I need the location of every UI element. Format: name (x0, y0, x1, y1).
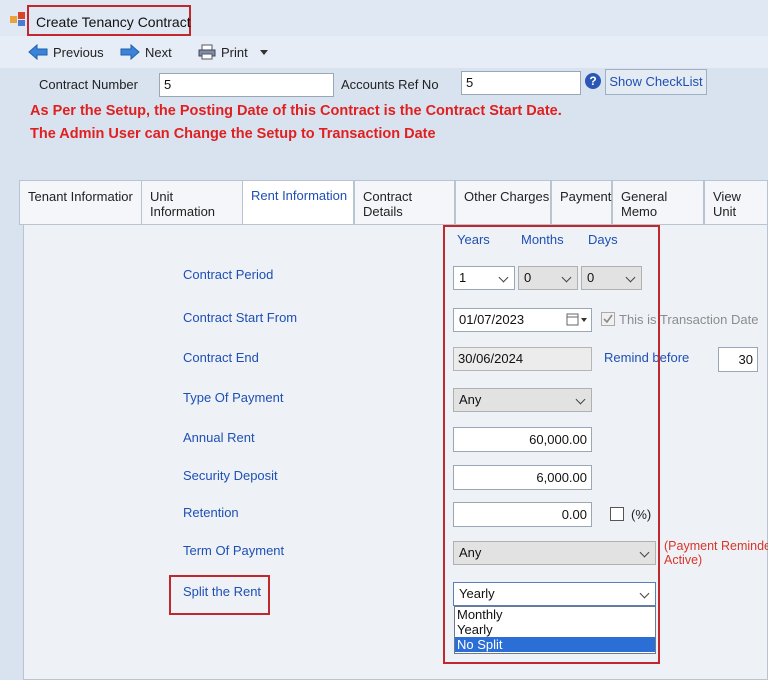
contract-number-label: Contract Number (39, 77, 138, 92)
print-button[interactable]: Print (198, 44, 269, 60)
app-icon (10, 12, 25, 26)
next-label: Next (145, 44, 172, 60)
print-label: Print (221, 44, 248, 60)
annual-rent-label: Annual Rent (183, 430, 255, 445)
contract-start-label: Contract Start From (183, 310, 298, 325)
payment-reminder-note-2: Active) (664, 553, 703, 567)
show-checklist-button[interactable]: Show CheckList (605, 69, 707, 95)
next-button[interactable]: Next (120, 44, 172, 60)
type-of-payment-label: Type Of Payment (183, 390, 284, 405)
tab-tenant-information[interactable]: Tenant Informatior (19, 180, 142, 225)
security-deposit-label: Security Deposit (183, 468, 278, 483)
accounts-ref-field[interactable]: 5 (461, 71, 581, 95)
window-title: Create Tenancy Contract (36, 14, 191, 30)
previous-button[interactable]: Previous (28, 44, 104, 60)
payment-reminder-note-1: (Payment Reminder (664, 539, 768, 553)
tab-view-unit[interactable]: View Unit (704, 180, 768, 225)
split-rent-highlight-box (169, 575, 270, 615)
accounts-ref-label: Accounts Ref No (341, 77, 439, 92)
printer-icon (198, 44, 216, 60)
tab-payment[interactable]: Payment (551, 180, 612, 225)
contract-number-field[interactable]: 5 (159, 73, 334, 97)
contract-period-label: Contract Period (183, 267, 274, 282)
term-of-payment-label: Term Of Payment (183, 543, 285, 558)
tab-contract-details[interactable]: Contract Details (354, 180, 455, 225)
toolbar (0, 36, 768, 68)
contract-end-label: Contract End (183, 350, 259, 365)
tab-rent-information[interactable]: Rent Information (242, 180, 354, 225)
arrow-right-icon (120, 44, 140, 60)
tab-other-charges[interactable]: Other Charges (455, 180, 551, 225)
tab-general-memo[interactable]: General Memo (612, 180, 704, 225)
tab-unit-information[interactable]: Unit Information (141, 180, 243, 225)
help-icon[interactable]: ? (585, 73, 601, 89)
admin-setup-notice: The Admin User can Change the Setup to T… (30, 126, 436, 142)
retention-label: Retention (183, 505, 239, 520)
rent-fields-highlight-box (443, 225, 660, 664)
arrow-left-icon (28, 44, 48, 60)
posting-date-notice: As Per the Setup, the Posting Date of th… (30, 103, 562, 119)
remind-before-field[interactable]: 30 (718, 347, 758, 372)
chevron-down-icon[interactable] (259, 48, 269, 56)
previous-label: Previous (53, 44, 104, 60)
